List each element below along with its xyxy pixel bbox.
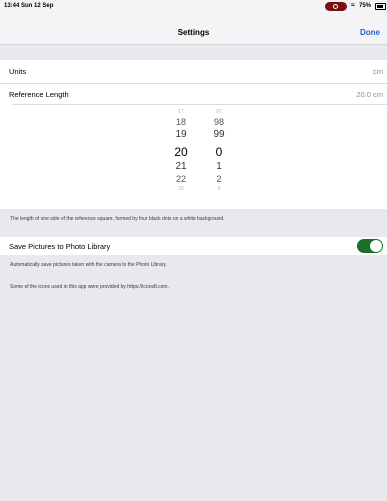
battery-icon — [375, 3, 386, 10]
save-pictures-toggle[interactable] — [357, 239, 383, 253]
wifi-icon: ≈ — [351, 2, 355, 9]
done-button[interactable]: Done — [360, 28, 380, 37]
toggle-knob — [370, 240, 382, 252]
picker-integer-column[interactable]: 17 18 19 20 21 22 23 — [166, 110, 196, 193]
navigation-bar: Settings Done — [0, 12, 387, 45]
page-title: Settings — [177, 28, 210, 37]
status-bar: 13:44 Sun 12 Sep ≈ 75% — [0, 0, 387, 12]
picker-option-selected[interactable]: 20 — [166, 144, 196, 162]
battery-percentage: 75% — [359, 3, 372, 9]
status-time: 13:44 Sun 12 Sep — [4, 3, 54, 9]
divider — [12, 104, 387, 105]
save-pictures-row: Save Pictures to Photo Library — [0, 237, 387, 255]
picker-option-selected[interactable]: 0 — [204, 144, 234, 162]
reference-length-label: Reference Length — [9, 90, 69, 99]
picker-decimal-column[interactable]: 97 98 99 0 1 2 3 — [204, 110, 234, 193]
picker-option[interactable]: 19 — [166, 130, 196, 144]
screen-record-icon[interactable] — [325, 2, 347, 11]
icons-credit: Some of the icons used in this app were … — [10, 284, 169, 290]
units-value: cm — [373, 67, 383, 76]
save-pictures-label: Save Pictures to Photo Library — [9, 242, 111, 251]
picker-option[interactable]: 3 — [204, 187, 234, 193]
reference-length-description: The length of one side of the reference … — [10, 216, 225, 222]
reference-length-value: 20.0 cm — [356, 90, 383, 99]
picker-option[interactable]: 23 — [166, 187, 196, 193]
units-label: Units — [9, 67, 27, 76]
save-pictures-description: Automatically save pictures taken with t… — [10, 262, 167, 268]
units-row[interactable]: Units cm — [0, 60, 387, 84]
picker-option[interactable]: 99 — [204, 130, 234, 144]
reference-length-picker[interactable]: 17 18 19 20 21 22 23 97 98 99 0 1 2 3 — [0, 104, 387, 209]
reference-length-row[interactable]: Reference Length 20.0 cm — [0, 84, 387, 104]
